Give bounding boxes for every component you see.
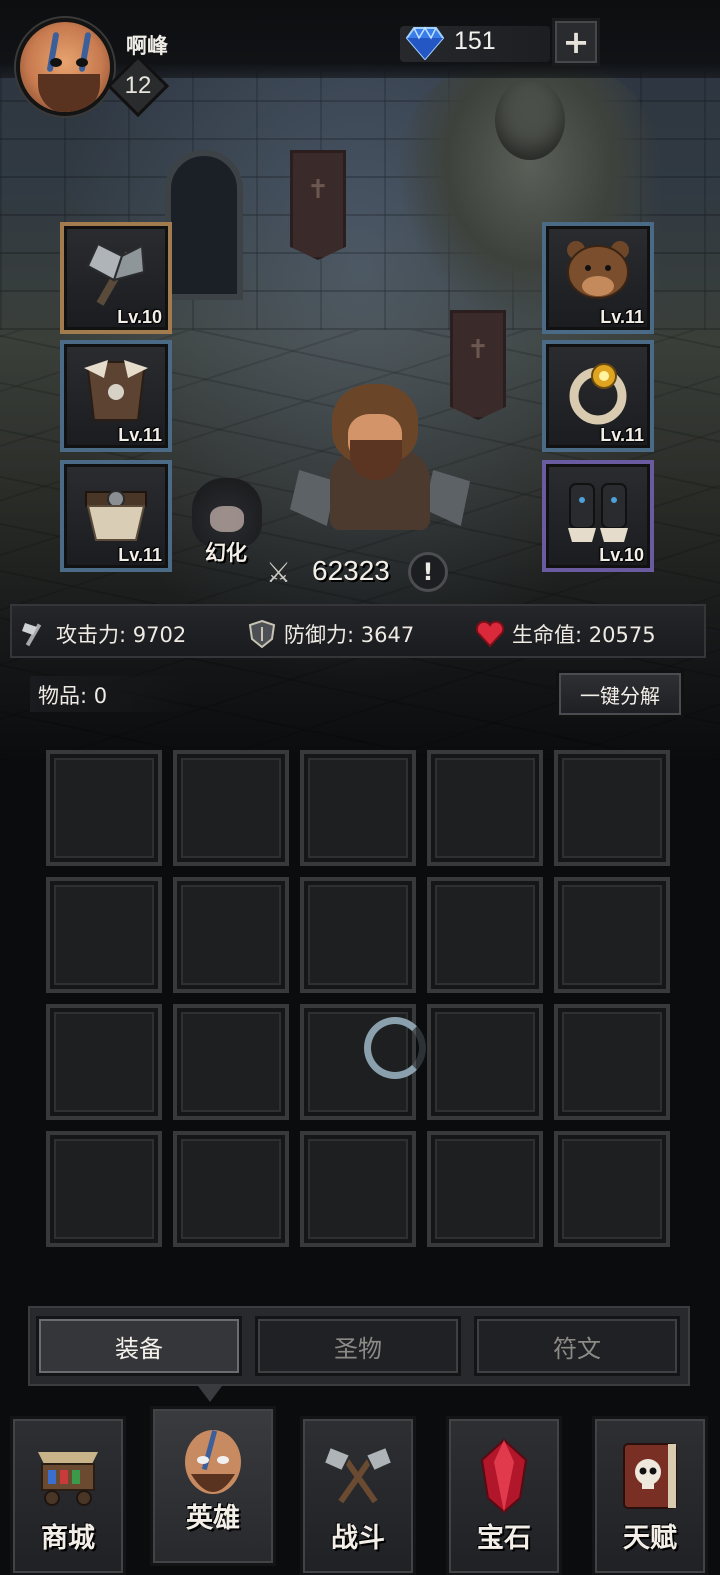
power-info-button[interactable]: ! — [408, 552, 448, 592]
avatar-beard — [38, 74, 100, 112]
inventory-slot[interactable] — [300, 1131, 416, 1247]
inventory-slot[interactable] — [173, 1131, 289, 1247]
player-name: 啊峰 — [126, 34, 168, 58]
attack-value: 攻击力: 9702 — [56, 623, 187, 647]
combat-power: 62323 — [312, 555, 390, 586]
player-level: 12 — [124, 72, 152, 99]
nav-label: 商城 — [41, 1523, 95, 1554]
axe-icon — [18, 618, 50, 650]
crossed-axes-icon — [322, 1441, 394, 1511]
inventory-slot[interactable] — [554, 750, 670, 866]
inventory-slot[interactable] — [554, 877, 670, 993]
item-level: Lv.10 — [599, 545, 644, 565]
inventory-grid — [46, 750, 672, 1250]
claw-boots-icon — [560, 474, 636, 550]
inventory-slot[interactable] — [173, 1004, 289, 1120]
gem-count: 151 — [454, 27, 496, 55]
nav-talents[interactable]: 天赋 — [592, 1416, 708, 1575]
nav-shop[interactable]: 商城 — [10, 1416, 126, 1575]
nav-hero[interactable]: 英雄 — [150, 1406, 276, 1566]
equipment-slot-ring[interactable]: Lv.11 — [542, 340, 654, 452]
arched-window — [165, 150, 243, 300]
inventory-slot[interactable] — [46, 1131, 162, 1247]
nav-label: 战斗 — [331, 1523, 385, 1554]
tab-equipment[interactable]: 装备 — [36, 1316, 242, 1376]
equipment-slot-belt[interactable]: Lv.11 — [60, 460, 172, 572]
banner-decoration — [290, 150, 346, 260]
inventory-slot[interactable] — [173, 877, 289, 993]
crossed-swords-icon: ⚔ — [266, 556, 292, 589]
shield-icon — [246, 618, 278, 650]
shop-cart-icon — [32, 1441, 104, 1511]
right-axe — [424, 470, 470, 526]
loading-spinner-icon — [364, 1017, 426, 1079]
bear-helmet-icon — [560, 236, 636, 312]
inventory-slot[interactable] — [46, 750, 162, 866]
tab-runes[interactable]: 符文 — [474, 1316, 680, 1376]
heart-icon — [474, 618, 506, 650]
active-nav-pointer — [198, 1386, 222, 1402]
inventory-slot[interactable] — [300, 877, 416, 993]
player-avatar[interactable] — [16, 18, 114, 116]
item-level: Lv.11 — [118, 545, 162, 565]
inventory-slot[interactable] — [46, 1004, 162, 1120]
inventory-slot[interactable] — [427, 1004, 543, 1120]
illusion-button-label[interactable]: 幻化 — [205, 537, 247, 567]
fur-belt-icon — [78, 474, 154, 550]
inventory-slot[interactable] — [554, 1004, 670, 1120]
red-crystal-icon — [468, 1438, 540, 1514]
item-level: Lv.11 — [600, 425, 644, 445]
diamond-gem-icon — [405, 26, 445, 61]
nav-label: 天赋 — [623, 1523, 677, 1554]
avatar-eye — [50, 58, 62, 67]
nav-label: 宝石 — [477, 1523, 531, 1554]
inventory-slot[interactable] — [46, 877, 162, 993]
items-count: 物品: 0 — [38, 684, 108, 708]
item-level: Lv.10 — [117, 307, 162, 327]
add-gems-button[interactable]: + — [552, 18, 600, 66]
nav-battle[interactable]: 战斗 — [300, 1416, 416, 1575]
decompose-all-button[interactable]: 一键分解 — [556, 670, 684, 718]
inventory-slot[interactable] — [427, 1131, 543, 1247]
claw-ring-icon — [560, 354, 636, 430]
nav-gems[interactable]: 宝石 — [446, 1416, 562, 1575]
item-level: Lv.11 — [118, 425, 162, 445]
inventory-slot[interactable] — [173, 750, 289, 866]
defense-stat: 防御力: 3647 — [246, 618, 414, 650]
equipment-slot-helmet[interactable]: Lv.11 — [542, 222, 654, 334]
hero-portrait-icon — [177, 1430, 249, 1501]
item-level: Lv.11 — [600, 307, 644, 327]
fur-armor-icon — [78, 354, 154, 430]
inventory-slot[interactable] — [427, 750, 543, 866]
inventory-slot[interactable] — [300, 750, 416, 866]
avatar-eye — [76, 58, 88, 67]
inventory-slot[interactable] — [554, 1131, 670, 1247]
tab-relics[interactable]: 圣物 — [255, 1316, 461, 1376]
stats-bar: 攻击力: 9702 防御力: 3647 生命值: 20575 — [10, 604, 706, 658]
health-value: 生命值: 20575 — [512, 623, 656, 647]
equipment-slot-armor[interactable]: Lv.11 — [60, 340, 172, 452]
inventory-slot[interactable] — [427, 877, 543, 993]
nav-label: 英雄 — [186, 1503, 240, 1534]
battle-axe-icon — [78, 236, 154, 312]
attack-stat: 攻击力: 9702 — [18, 618, 186, 650]
skull-book-icon — [614, 1441, 686, 1511]
defense-value: 防御力: 3647 — [284, 623, 415, 647]
equipment-slot-boots[interactable]: Lv.10 — [542, 460, 654, 572]
health-stat: 生命值: 20575 — [474, 618, 656, 650]
equipment-slot-weapon[interactable]: Lv.10 — [60, 222, 172, 334]
hero-character — [290, 380, 470, 550]
